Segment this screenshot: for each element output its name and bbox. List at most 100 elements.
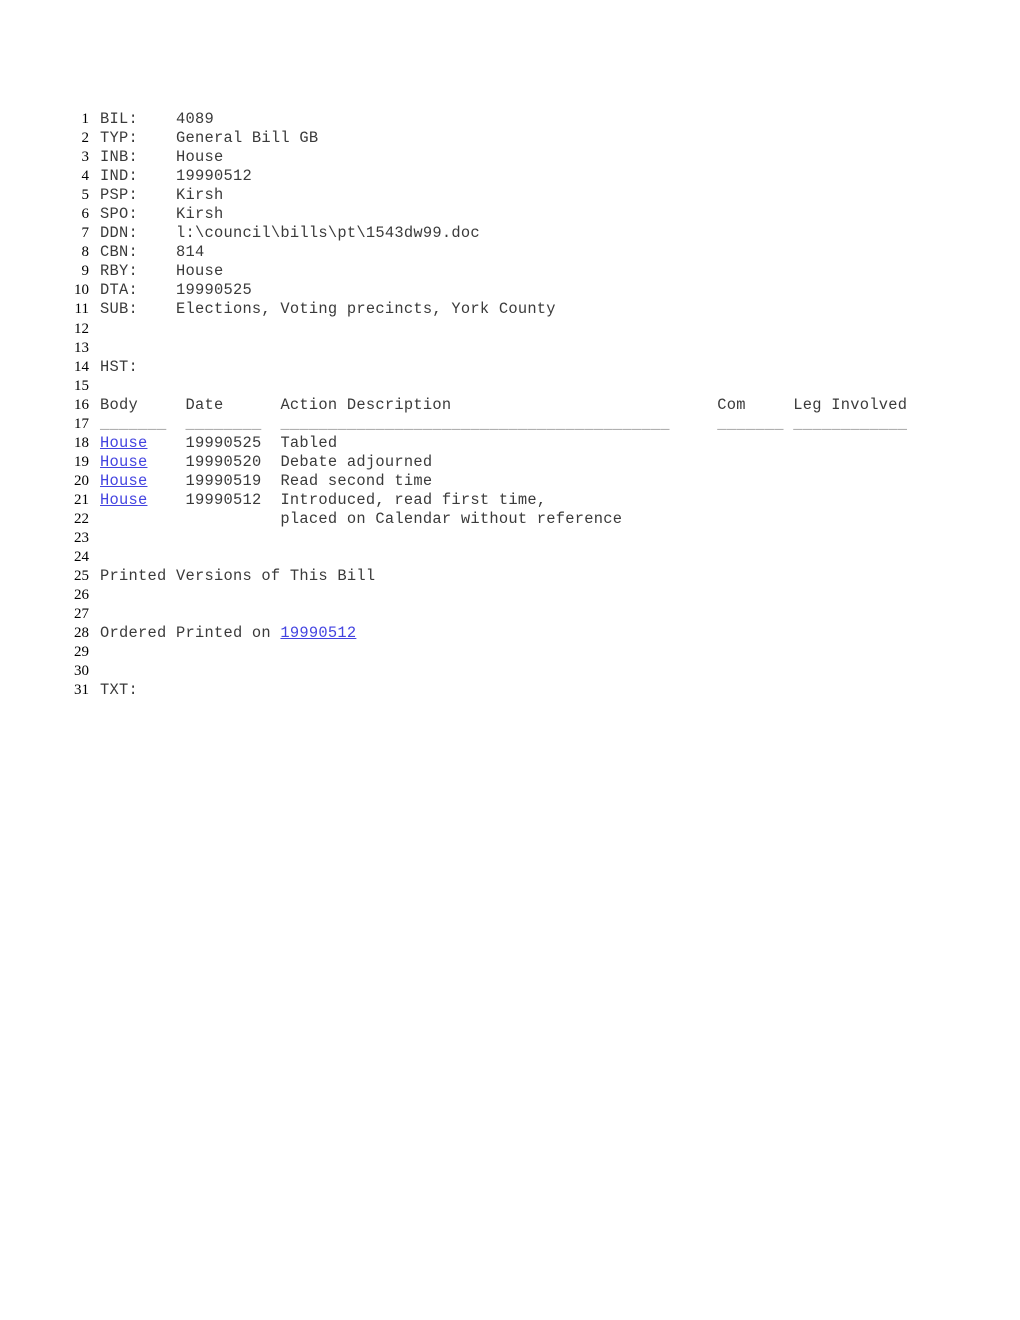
line-content: DTA: 19990525: [100, 281, 252, 300]
history-row: 22 placed on Calendar without reference: [0, 510, 1020, 529]
line-content: placed on Calendar without reference: [100, 510, 1020, 529]
blank-line: 13: [0, 339, 1020, 358]
line-number: 29: [74, 644, 89, 661]
history-body-link[interactable]: House: [100, 472, 147, 490]
line-content: SUB: Elections, Voting precincts, York C…: [100, 300, 556, 319]
ordered-printed-date-link[interactable]: 19990512: [280, 624, 356, 642]
rule-body: _______: [100, 414, 167, 433]
history-column-rules: 17 _______ ________ _____________________…: [0, 415, 1020, 434]
line-content: INB: House: [100, 148, 224, 167]
bill-record-document: 1 BIL: 4089 2 TYP: General Bill GB 3 INB: Hou…: [0, 0, 1020, 700]
line-content: BIL: 4089: [100, 110, 214, 128]
history-body-link[interactable]: House: [100, 491, 147, 509]
line-number: 31: [74, 682, 89, 699]
field-row-psp: 5 PSP: Kirsh: [0, 186, 1020, 205]
history-row: 20 House 19990519 Read second time: [0, 472, 1020, 491]
line-number: 17: [74, 415, 89, 432]
rule-action: ________________________________________…: [280, 414, 670, 433]
printed-versions-heading-line: 25 Printed Versions of This Bill: [0, 567, 1020, 586]
line-content: CBN: 814: [100, 243, 205, 262]
history-action: Tabled: [280, 433, 338, 452]
field-row-ind: 4 IND: 19990512: [0, 167, 1020, 186]
column-header-date: Date: [185, 395, 224, 414]
rule-leg: ____________: [793, 414, 908, 433]
line-number: 23: [74, 530, 89, 547]
line-number: 26: [74, 587, 89, 604]
line-number: 21: [74, 491, 89, 508]
history-action: Read second time: [280, 471, 433, 490]
history-column-headers: 16 Body Date Action Description Com Leg I…: [0, 396, 1020, 415]
column-header-com: Com: [717, 395, 746, 414]
line-number: 7: [81, 225, 90, 242]
blank-line: 29: [0, 643, 1020, 662]
line-content: SPO: Kirsh: [100, 205, 224, 224]
line-content: Printed Versions of This Bill: [100, 567, 1020, 586]
history-action: Debate adjourned: [280, 452, 433, 471]
history-action: placed on Calendar without reference: [280, 509, 623, 528]
history-body-link[interactable]: House: [100, 453, 147, 471]
field-value: House: [175, 262, 224, 281]
field-value: 19990512: [175, 167, 252, 186]
field-row-inb: 3 INB: House: [0, 148, 1020, 167]
blank-line: 15: [0, 377, 1020, 396]
line-number: 2: [81, 130, 90, 147]
field-value: Kirsh: [175, 186, 224, 205]
field-value: 4089: [175, 110, 214, 128]
line-content: DDN: l:\council\bills\pt\1543dw99.doc: [100, 224, 480, 243]
field-value: Kirsh: [175, 205, 224, 224]
blank-line: 12: [0, 320, 1020, 339]
line-number: 10: [74, 282, 89, 299]
field-value: General Bill GB: [175, 129, 319, 148]
line-number: 15: [74, 377, 89, 394]
line-number: 13: [74, 339, 89, 356]
history-body-link[interactable]: House: [100, 434, 147, 452]
field-row-bil: 1 BIL: 4089: [0, 110, 1020, 129]
line-number: 28: [74, 625, 89, 642]
line-number: 27: [74, 606, 89, 623]
column-header-action: Action Description: [280, 395, 452, 414]
field-value: House: [175, 148, 224, 167]
line-number: 4: [81, 168, 90, 185]
history-date: 19990525: [185, 433, 262, 452]
history-action: Introduced, read first time,: [280, 490, 547, 509]
line-number: 11: [74, 301, 89, 318]
line-number: 9: [81, 263, 90, 280]
line-number: 20: [74, 472, 89, 489]
history-date: 19990512: [185, 490, 262, 509]
line-number: 5: [81, 187, 90, 204]
line-number: 8: [81, 244, 90, 261]
field-value: l:\council\bills\pt\1543dw99.doc: [175, 224, 480, 243]
line-content: House 19990512 Introduced, read first ti…: [100, 491, 1020, 510]
ordered-printed-label: Ordered Printed on: [100, 624, 281, 643]
blank-line: 30: [0, 662, 1020, 681]
rule-date: ________: [185, 414, 262, 433]
line-content: PSP: Kirsh: [100, 186, 224, 205]
text-section-label: TXT:: [100, 681, 138, 700]
blank-line: 24: [0, 548, 1020, 567]
line-content: House 19990525 Tabled: [100, 434, 1020, 453]
line-number: 24: [74, 549, 89, 566]
line-content: House 19990519 Read second time: [100, 472, 1020, 491]
line-content: Body Date Action Description Com Leg Inv…: [100, 396, 1020, 415]
field-value: Elections, Voting precincts, York County: [175, 300, 556, 319]
field-row-spo: 6 SPO: Kirsh: [0, 205, 1020, 224]
line-content: TXT:: [100, 681, 1020, 700]
column-header-leg: Leg Involved: [793, 395, 908, 414]
line-content: TYP: General Bill GB: [100, 129, 319, 148]
history-row: 18 House 19990525 Tabled: [0, 434, 1020, 453]
field-row-dta: 10 DTA: 19990525: [0, 281, 1020, 300]
blank-line: 27: [0, 605, 1020, 624]
line-content: _______ ________ _______________________…: [100, 415, 1020, 434]
history-row: 19 House 19990520 Debate adjourned: [0, 453, 1020, 472]
line-content: Ordered Printed on 19990512: [100, 624, 1020, 643]
line-number: 6: [81, 206, 90, 223]
text-section-header: 31 TXT:: [0, 681, 1020, 700]
field-row-ddn: 7 DDN: l:\council\bills\pt\1543dw99.doc: [0, 224, 1020, 243]
line-content: House 19990520 Debate adjourned: [100, 453, 1020, 472]
line-content: IND: 19990512: [100, 167, 252, 186]
ordered-printed-line: 28 Ordered Printed on 19990512: [0, 624, 1020, 643]
field-row-typ: 2 TYP: General Bill GB: [0, 129, 1020, 148]
line-number: 16: [74, 396, 89, 413]
history-row: 21 House 19990512 Introduced, read first …: [0, 491, 1020, 510]
rule-com: _______: [717, 414, 784, 433]
